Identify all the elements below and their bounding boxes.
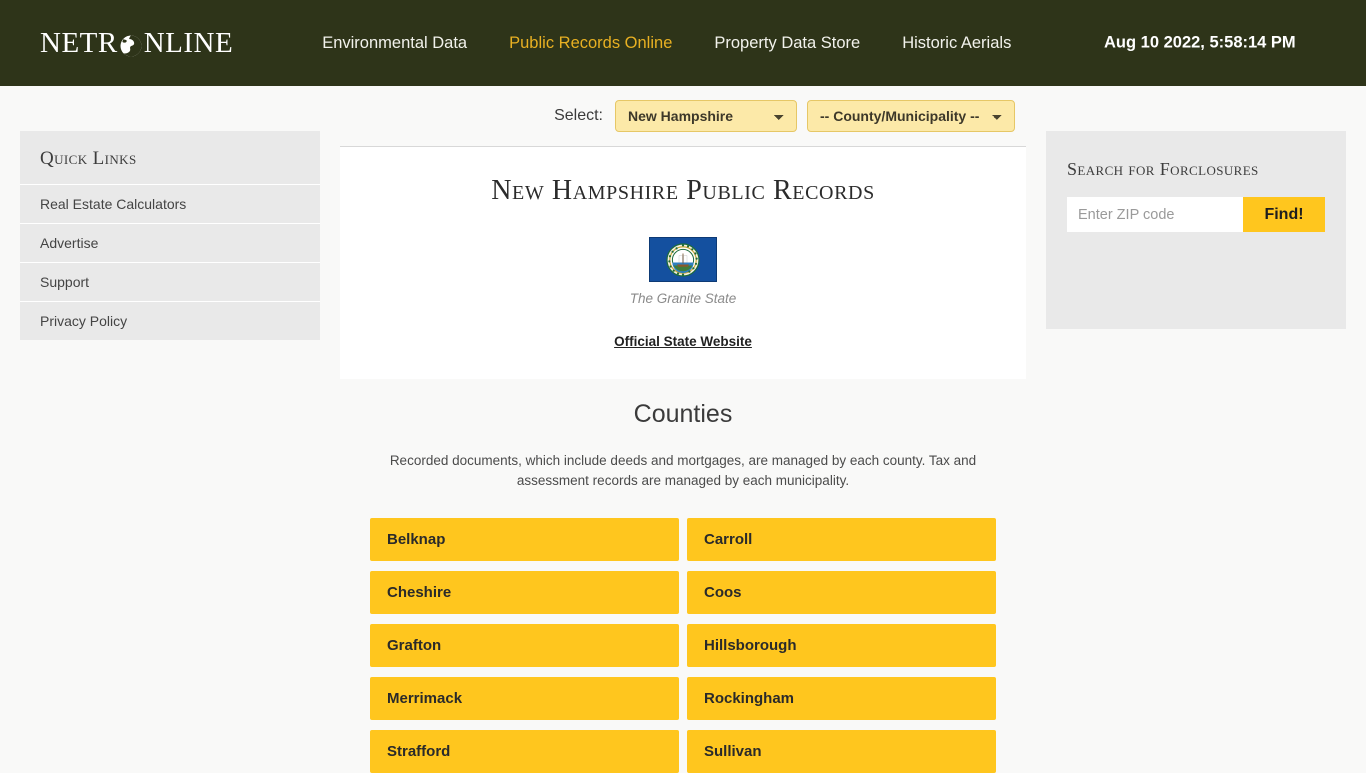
foreclosure-search-row: Find!	[1067, 197, 1325, 232]
header-datetime: Aug 10 2022, 5:58:14 PM	[1104, 33, 1296, 52]
nav-item-environmental-data[interactable]: Environmental Data	[301, 34, 488, 53]
county-button-hillsborough[interactable]: Hillsborough	[687, 624, 996, 668]
county-select[interactable]: -- County/Municipality --	[807, 100, 1015, 132]
netronline-logo[interactable]: NETR NLINE	[40, 27, 233, 60]
nav-item-historic-aerials[interactable]: Historic Aerials	[881, 34, 1032, 53]
logo-text-suffix: NLINE	[143, 26, 234, 59]
quick-links-title: Quick Links	[40, 148, 137, 169]
county-button-grafton[interactable]: Grafton	[370, 624, 679, 668]
site-header: NETR NLINE Environmental Data Public Rec…	[0, 0, 1366, 86]
zip-code-input[interactable]	[1067, 197, 1243, 232]
county-button-rockingham[interactable]: Rockingham	[687, 677, 996, 721]
globe-icon	[119, 33, 143, 57]
state-record-card: New Hampshire Public Records The Granite…	[340, 147, 1026, 379]
county-button-strafford[interactable]: Strafford	[370, 730, 679, 773]
foreclosure-search-title: Search for Forclosures	[1067, 159, 1259, 179]
quick-link-real-estate-calculators[interactable]: Real Estate Calculators	[20, 184, 320, 223]
county-button-grid: Belknap Carroll Cheshire Coos Grafton Hi…	[370, 518, 996, 773]
counties-heading: Counties	[633, 400, 733, 428]
page-title: New Hampshire Public Records	[491, 175, 875, 206]
state-nickname: The Granite State	[629, 291, 737, 306]
logo-text-prefix: NETR	[40, 26, 118, 59]
county-button-coos[interactable]: Coos	[687, 571, 996, 615]
main-content: Select: New Hampshire -- County/Municipa…	[340, 86, 1026, 773]
county-button-carroll[interactable]: Carroll	[687, 518, 996, 562]
quick-links-panel: Quick Links Real Estate Calculators Adve…	[20, 131, 320, 340]
new-hampshire-flag-icon	[649, 237, 717, 282]
quick-link-advertise[interactable]: Advertise	[20, 223, 320, 262]
counties-description: Recorded documents, which include deeds …	[389, 453, 977, 488]
state-seal	[666, 242, 700, 277]
state-select[interactable]: New Hampshire	[615, 100, 797, 132]
select-label: Select:	[554, 107, 603, 124]
foreclosure-search-panel: Search for Forclosures Find!	[1046, 131, 1346, 329]
quick-link-support[interactable]: Support	[20, 262, 320, 301]
county-button-sullivan[interactable]: Sullivan	[687, 730, 996, 773]
county-button-cheshire[interactable]: Cheshire	[370, 571, 679, 615]
official-state-website-link[interactable]: Official State Website	[614, 334, 752, 349]
main-navigation: Environmental Data Public Records Online…	[301, 34, 1032, 53]
nav-item-property-data-store[interactable]: Property Data Store	[693, 34, 881, 53]
quick-link-privacy-policy[interactable]: Privacy Policy	[20, 301, 320, 340]
county-button-merrimack[interactable]: Merrimack	[370, 677, 679, 721]
county-button-belknap[interactable]: Belknap	[370, 518, 679, 562]
location-selector-bar: Select: New Hampshire -- County/Municipa…	[340, 86, 1026, 146]
nav-item-public-records-online[interactable]: Public Records Online	[488, 34, 693, 53]
find-button[interactable]: Find!	[1243, 197, 1325, 232]
